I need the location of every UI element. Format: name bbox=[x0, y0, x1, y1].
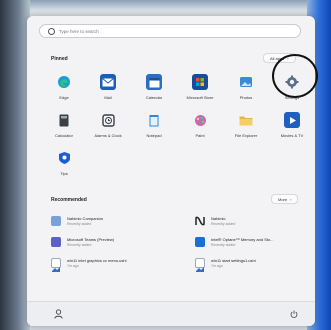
recommended-item[interactable]: win11 start settings1.ushi 7m ago bbox=[195, 254, 313, 272]
recommended-item-name: win11 intel graphics cc menu.ushi bbox=[67, 258, 127, 263]
app-label: Edge bbox=[59, 95, 69, 100]
recommended-item-name: win11 start settings1.ushi bbox=[211, 258, 256, 263]
pinned-app-mail[interactable]: Mail bbox=[85, 72, 131, 106]
app-label: Calculator bbox=[54, 133, 73, 138]
nahimic-logo-icon bbox=[195, 216, 205, 226]
settings-highlight-circle bbox=[272, 54, 318, 98]
power-icon bbox=[290, 310, 298, 318]
app-label: Alarms & Clock bbox=[94, 133, 122, 138]
pinned-app-movies-tv[interactable]: Movies & TV bbox=[269, 110, 315, 144]
recommended-item-subtitle: Recently added bbox=[211, 243, 236, 247]
recommended-item-subtitle: 7m ago bbox=[67, 264, 79, 268]
nahimic-icon bbox=[51, 216, 61, 226]
mail-icon bbox=[100, 74, 116, 90]
recommended-item-subtitle: Recently added bbox=[67, 222, 92, 226]
app-label: Mail bbox=[104, 95, 112, 100]
pinned-app-tips[interactable]: Tips bbox=[41, 148, 87, 182]
search-input[interactable]: Type here to search bbox=[39, 24, 301, 38]
store-icon bbox=[192, 74, 208, 90]
pinned-title: Pinned bbox=[51, 56, 68, 62]
photo-background-left bbox=[0, 0, 30, 330]
tips-icon bbox=[56, 150, 72, 166]
edge-icon bbox=[56, 74, 72, 90]
recommended-item-name: Intel® Optane™ Memory and Sto... bbox=[211, 237, 274, 242]
pinned-app-photos[interactable]: Photos bbox=[223, 72, 269, 106]
search-placeholder: Type here to search bbox=[59, 28, 99, 34]
recommended-item-subtitle: 7m ago bbox=[211, 264, 223, 268]
recommended-item-subtitle: Recently added bbox=[211, 222, 236, 226]
folder-icon bbox=[238, 112, 254, 128]
recommended-item[interactable]: Nahimic Recently added bbox=[195, 212, 313, 230]
pinned-app-alarms-clock[interactable]: Alarms & Clock bbox=[85, 110, 131, 144]
pinned-app-file-explorer[interactable]: File Explorer bbox=[223, 110, 269, 144]
pinned-app-calendar[interactable]: Calendar bbox=[131, 72, 177, 106]
app-label: Notepad bbox=[146, 133, 162, 138]
recommended-item[interactable]: Nahimic Companion Recently added bbox=[51, 212, 169, 230]
start-menu: Type here to search Pinned All apps › Ed… bbox=[27, 16, 315, 326]
app-label: Photos bbox=[239, 95, 253, 100]
intel-icon bbox=[195, 237, 205, 247]
app-label: Paint bbox=[195, 133, 205, 138]
recommended-item[interactable]: Intel® Optane™ Memory and Sto... Recentl… bbox=[195, 233, 313, 251]
pinned-app-microsoft-store[interactable]: Microsoft Store bbox=[177, 72, 223, 106]
more-label: More bbox=[278, 196, 288, 202]
app-label: Tips bbox=[60, 171, 68, 176]
recommended-title: Recommended bbox=[51, 197, 87, 203]
recommended-item[interactable]: win11 intel graphics cc menu.ushi 7m ago bbox=[51, 254, 169, 272]
pinned-app-edge[interactable]: Edge bbox=[41, 72, 87, 106]
user-icon bbox=[53, 309, 63, 319]
teams-icon bbox=[51, 237, 61, 247]
monitor-bezel-top bbox=[0, 0, 331, 10]
image-file-icon bbox=[195, 258, 205, 272]
power-button[interactable] bbox=[287, 307, 301, 321]
alarm-icon bbox=[100, 112, 116, 128]
pinned-app-notepad[interactable]: Notepad bbox=[131, 110, 177, 144]
start-footer bbox=[27, 301, 315, 326]
image-file-icon bbox=[51, 258, 61, 272]
recommended-item-subtitle: Recently added bbox=[67, 243, 92, 247]
notepad-icon bbox=[146, 112, 162, 128]
recommended-item-name: Nahimic bbox=[211, 216, 226, 221]
movies-icon bbox=[284, 112, 300, 128]
paint-icon bbox=[192, 112, 208, 128]
photos-icon bbox=[238, 74, 254, 90]
app-label: File Explorer bbox=[234, 133, 258, 138]
calculator-icon bbox=[56, 112, 72, 128]
chevron-right-icon: › bbox=[290, 196, 292, 202]
pinned-app-calculator[interactable]: Calculator bbox=[41, 110, 87, 144]
more-button[interactable]: More › bbox=[271, 194, 299, 204]
pinned-app-paint[interactable]: Paint bbox=[177, 110, 223, 144]
search-icon bbox=[48, 27, 55, 35]
recommended-item[interactable]: Microsoft Teams (Preview) Recently added bbox=[51, 233, 169, 251]
user-account-button[interactable] bbox=[51, 307, 65, 321]
app-label: Calendar bbox=[145, 95, 163, 100]
app-label: Movies & TV bbox=[280, 133, 304, 138]
app-label: Microsoft Store bbox=[186, 95, 214, 100]
recommended-item-name: Microsoft Teams (Preview) bbox=[67, 237, 115, 242]
calendar-icon bbox=[146, 74, 162, 90]
recommended-item-name: Nahimic Companion bbox=[67, 216, 104, 221]
